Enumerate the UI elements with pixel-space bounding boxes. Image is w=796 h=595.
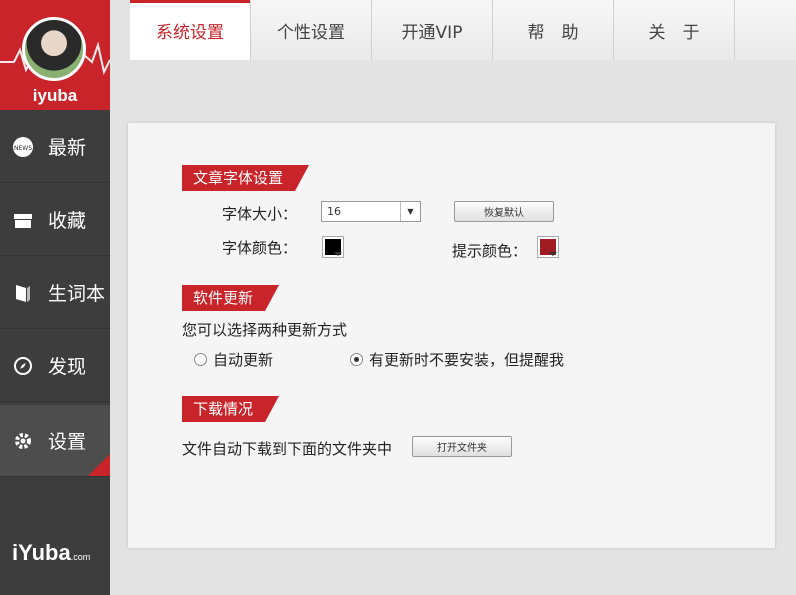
- hint-color-label: 提示颜色：: [452, 242, 528, 260]
- tab-system-settings[interactable]: 系统设置: [130, 0, 251, 60]
- tab-about[interactable]: 关 于: [614, 0, 735, 60]
- sidebar-item-collection[interactable]: 收藏: [0, 184, 110, 256]
- open-folder-button[interactable]: 打开文件夹: [412, 436, 512, 457]
- username: iyuba: [32, 86, 78, 105]
- sidebar-item-label: 发现: [48, 356, 87, 378]
- top-tab-bar: 系统设置 个性设置 开通VIP 帮 助 关 于: [130, 0, 796, 60]
- radio-notify-update[interactable]: 有更新时不要安装，但提醒我: [350, 349, 564, 370]
- chevron-down-icon: ▼: [400, 202, 420, 221]
- settings-panel: 文章字体设置 字体大小： 16 ▼ 恢复默认 字体颜色： 提示颜色： 软件更新 …: [128, 123, 775, 548]
- sidebar-item-label: 收藏: [48, 210, 87, 232]
- svg-text:NEWS: NEWS: [14, 145, 32, 152]
- tab-open-vip[interactable]: 开通VIP: [372, 0, 493, 60]
- sidebar-item-label: 生词本: [48, 283, 106, 305]
- radio-circle: [194, 353, 207, 366]
- book-icon: [12, 282, 34, 304]
- radio-auto-update[interactable]: 自动更新: [194, 349, 273, 370]
- brand-logo: iYuba.com: [12, 540, 91, 565]
- font-color-picker[interactable]: [322, 236, 344, 258]
- radio-circle: [350, 353, 363, 366]
- section-title-font: 文章字体设置: [182, 165, 309, 191]
- sidebar-item-settings[interactable]: 设置: [0, 405, 110, 477]
- font-color-label: 字体颜色：: [222, 239, 298, 257]
- sidebar-item-news[interactable]: NEWS 最新: [0, 111, 110, 183]
- sidebar: iyuba NEWS 最新 收藏 生词本 发现 设置 iYuba.com: [0, 0, 110, 595]
- gear-icon: [12, 430, 34, 452]
- dropdown-triangle-icon: [549, 252, 557, 256]
- font-size-value: 16: [327, 205, 341, 218]
- collection-box-icon: [12, 209, 34, 231]
- radio-dot: [354, 357, 359, 362]
- download-description: 文件自动下载到下面的文件夹中: [182, 440, 393, 458]
- tab-personal-settings[interactable]: 个性设置: [251, 0, 372, 60]
- sidebar-item-label: 最新: [48, 137, 87, 159]
- compass-icon: [12, 355, 34, 377]
- reset-default-button[interactable]: 恢复默认: [454, 201, 554, 222]
- update-description: 您可以选择两种更新方式: [182, 321, 348, 339]
- sidebar-item-vocabulary[interactable]: 生词本: [0, 257, 110, 329]
- tab-help[interactable]: 帮 助: [493, 0, 614, 60]
- font-size-select[interactable]: 16 ▼: [321, 201, 421, 222]
- sidebar-item-discover[interactable]: 发现: [0, 330, 110, 402]
- section-title-update: 软件更新: [182, 285, 279, 311]
- avatar[interactable]: [22, 17, 86, 81]
- dropdown-triangle-icon: [334, 252, 342, 256]
- news-icon: NEWS: [12, 136, 34, 158]
- hint-color-picker[interactable]: [537, 236, 559, 258]
- font-size-label: 字体大小：: [222, 205, 298, 223]
- section-title-download: 下载情况: [182, 396, 279, 422]
- profile-header: iyuba: [0, 0, 110, 110]
- sidebar-item-label: 设置: [48, 431, 87, 453]
